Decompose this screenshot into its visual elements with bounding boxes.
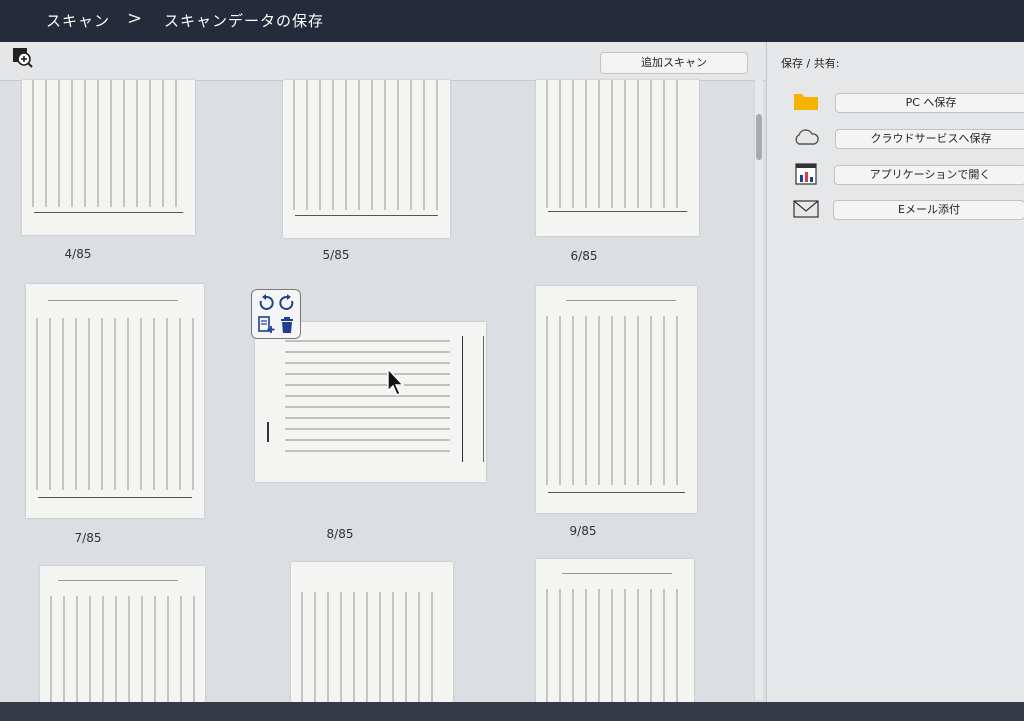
save-share-panel: 保存 / 共有: PC へ保存 クラウドサービスへ保存 アプリケーションで開く … [766,42,1024,702]
email-attach-button[interactable]: Eメール添付 [833,200,1024,220]
page-thumbnail-11[interactable] [291,562,453,702]
page-number-label: 8/85 [326,527,354,541]
chevron-right-icon: > [127,8,143,29]
folder-icon [794,94,818,110]
mail-icon [793,200,819,218]
thumbnail-scrollbar[interactable] [754,80,763,700]
scrollbar-thumb[interactable] [756,114,762,160]
page-thumbnail-8[interactable] [255,322,486,482]
page-thumbnail-4[interactable] [22,80,195,235]
save-to-cloud-button[interactable]: クラウドサービスへ保存 [835,129,1024,149]
title-bar: スキャン > スキャンデータの保存 [0,0,1024,42]
page-number-label: 6/85 [570,249,598,263]
thumbnail-toolbar: 追加スキャン [0,42,766,81]
page-tools-palette [251,289,301,339]
page-number-label: 4/85 [64,247,92,261]
page-thumbnail-12[interactable] [536,559,694,702]
thumbnail-panel: 追加スキャン 4/85 5/85 6/85 7/85 8/85 9/85 [0,42,766,702]
mouse-cursor-icon [387,368,405,396]
open-with-application-button[interactable]: アプリケーションで開く [834,165,1024,185]
breadcrumb-scan[interactable]: スキャン [46,10,110,31]
page-thumbnail-9[interactable] [536,286,697,513]
page-thumbnail-10[interactable] [40,566,205,702]
add-scan-button[interactable]: 追加スキャン [600,52,748,74]
delete-icon[interactable] [278,316,296,334]
save-share-title: 保存 / 共有: [781,57,840,70]
screen-bezel [0,702,1024,721]
cloud-icon [795,129,819,145]
page-title: スキャンデータの保存 [164,12,325,30]
page-thumbnail-5[interactable] [283,80,450,238]
page-number-label: 5/85 [322,248,350,262]
save-to-pc-button[interactable]: PC へ保存 [835,93,1024,113]
rotate-left-icon[interactable] [257,294,275,312]
rotate-right-icon[interactable] [278,294,296,312]
insert-page-icon[interactable] [257,316,275,334]
page-thumbnail-6[interactable] [536,80,699,236]
page-thumbnail-7[interactable] [26,284,204,518]
zoom-in-icon[interactable] [12,47,34,69]
page-number-label: 7/85 [74,531,102,545]
page-number-label: 9/85 [569,524,597,538]
application-icon [795,163,817,185]
